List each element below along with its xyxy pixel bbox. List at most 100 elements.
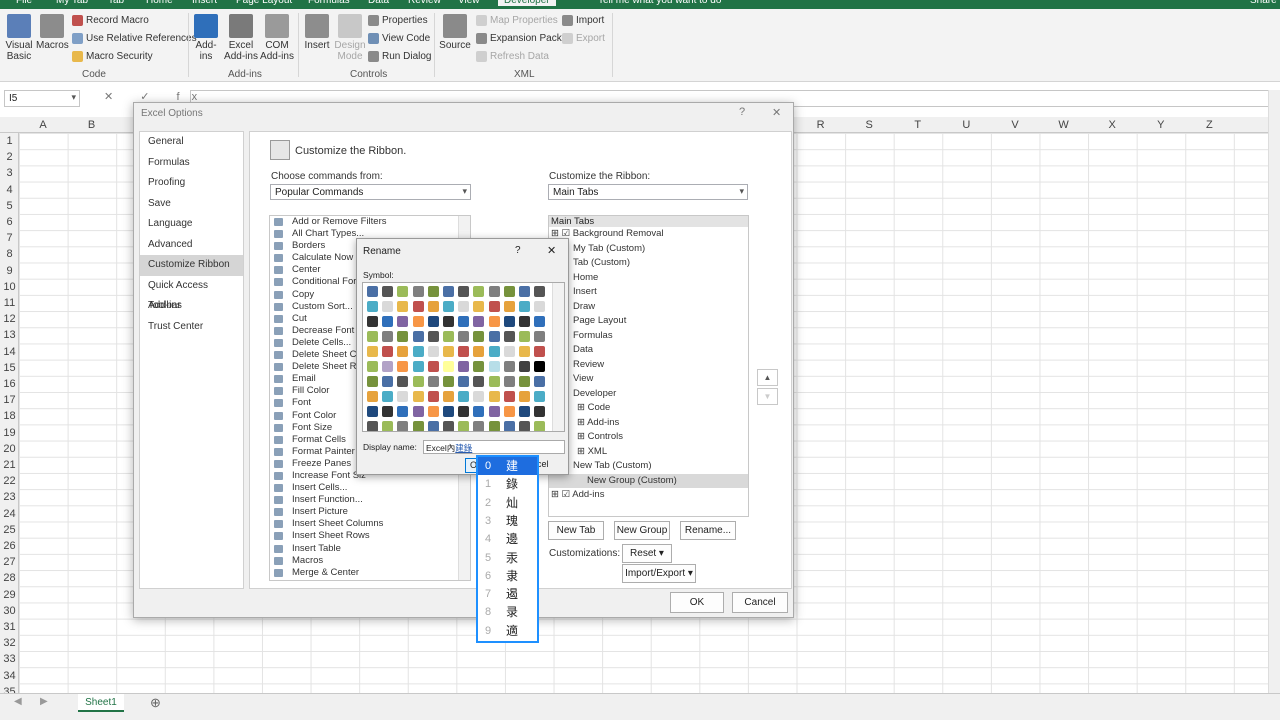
- symbol-icon[interactable]: [412, 286, 424, 297]
- column-header[interactable]: S: [845, 119, 893, 131]
- symbol-icon[interactable]: [458, 316, 470, 327]
- row-header[interactable]: 13: [0, 329, 19, 341]
- new-group-button[interactable]: New Group: [614, 521, 670, 540]
- command-item[interactable]: Insert Sheet Columns: [270, 518, 470, 530]
- symbol-icon[interactable]: [488, 406, 500, 417]
- run-dialog-button[interactable]: Run Dialog: [368, 51, 431, 62]
- symbol-icon[interactable]: [412, 421, 424, 431]
- symbol-icon[interactable]: [473, 301, 485, 312]
- ribbon-tab[interactable]: Tab: [108, 0, 124, 6]
- row-header[interactable]: 4: [0, 184, 19, 196]
- rename-button[interactable]: Rename...: [680, 521, 736, 540]
- tree-item[interactable]: Home: [549, 271, 748, 286]
- symbol-icon[interactable]: [397, 301, 409, 312]
- symbol-icon[interactable]: [397, 391, 409, 402]
- symbol-icon[interactable]: [397, 376, 409, 387]
- ribbon-tab[interactable]: Developer: [498, 0, 556, 6]
- tree-item[interactable]: Review: [549, 358, 748, 373]
- symbol-icon[interactable]: [503, 331, 515, 342]
- column-header[interactable]: A: [19, 119, 67, 131]
- rename-cancel-button[interactable]: cel: [537, 458, 567, 473]
- symbol-icon[interactable]: [534, 286, 546, 297]
- row-header[interactable]: 30: [0, 605, 19, 617]
- symbol-icon[interactable]: [443, 301, 454, 312]
- row-header[interactable]: 8: [0, 248, 19, 260]
- ribbon-tab[interactable]: Home: [146, 0, 173, 6]
- com-add-ins-button[interactable]: COM Add-ins: [260, 14, 294, 62]
- symbol-icon[interactable]: [519, 316, 530, 327]
- ribbon-tabs-tree[interactable]: Main Tabs ⊞ ☑ Background Removal My Tab (…: [548, 215, 749, 517]
- tree-item[interactable]: ⊞ ☑ Add-ins: [549, 488, 748, 503]
- symbol-icon[interactable]: [503, 406, 515, 417]
- properties-button[interactable]: Properties: [368, 15, 428, 26]
- help-icon[interactable]: ?: [739, 106, 745, 118]
- symbol-icon[interactable]: [367, 286, 378, 297]
- move-down-button[interactable]: ▼: [757, 388, 778, 405]
- symbol-icon[interactable]: [397, 361, 409, 372]
- symbol-icon[interactable]: [458, 346, 470, 357]
- symbol-icon[interactable]: [443, 391, 454, 402]
- nav-item[interactable]: Advanced: [140, 235, 243, 256]
- symbol-icon[interactable]: [473, 391, 485, 402]
- vertical-scrollbar[interactable]: [1268, 90, 1280, 693]
- import-button[interactable]: Import: [562, 15, 604, 26]
- row-header[interactable]: 29: [0, 589, 19, 601]
- symbol-icon[interactable]: [427, 376, 439, 387]
- tree-item[interactable]: My Tab (Custom): [549, 242, 748, 257]
- symbol-icon[interactable]: [458, 301, 470, 312]
- symbol-icon[interactable]: [397, 286, 409, 297]
- symbol-icon[interactable]: [534, 301, 546, 312]
- tree-item[interactable]: ⊞ XML: [549, 445, 748, 460]
- tree-item[interactable]: Page Layout: [549, 314, 748, 329]
- symbol-icon[interactable]: [443, 376, 454, 387]
- row-header[interactable]: 9: [0, 265, 19, 277]
- ime-candidate[interactable]: 7遏: [478, 585, 537, 603]
- row-header[interactable]: 22: [0, 475, 19, 487]
- source-button[interactable]: Source: [438, 14, 472, 51]
- symbol-icon[interactable]: [382, 316, 394, 327]
- row-header[interactable]: 11: [0, 297, 19, 309]
- symbol-icon[interactable]: [534, 361, 546, 372]
- ribbon-tab[interactable]: Share: [1250, 0, 1277, 6]
- symbol-icon[interactable]: [382, 361, 394, 372]
- ribbon-tab[interactable]: Tell me what you want to do: [598, 0, 721, 6]
- command-item[interactable]: Insert Cells...: [270, 482, 470, 494]
- macros-button[interactable]: Macros: [36, 14, 69, 51]
- symbol-icon[interactable]: [367, 406, 378, 417]
- symbol-icon[interactable]: [458, 421, 470, 431]
- symbol-icon[interactable]: [367, 391, 378, 402]
- symbol-icon[interactable]: [534, 346, 546, 357]
- symbol-icon[interactable]: [382, 346, 394, 357]
- row-header[interactable]: 2: [0, 151, 19, 163]
- visual-basic-button[interactable]: Visual Basic: [4, 14, 34, 62]
- column-header[interactable]: W: [1040, 119, 1088, 131]
- symbol-icon[interactable]: [412, 331, 424, 342]
- symbol-icon[interactable]: [382, 286, 394, 297]
- expansion-packs-button[interactable]: Expansion Packs: [476, 33, 567, 44]
- tree-item[interactable]: Data: [549, 343, 748, 358]
- command-item[interactable]: Insert Function...: [270, 494, 470, 506]
- symbol-icon[interactable]: [458, 286, 470, 297]
- symbol-icon[interactable]: [427, 361, 439, 372]
- symbol-icon[interactable]: [458, 361, 470, 372]
- row-header[interactable]: 20: [0, 443, 19, 455]
- symbol-icon[interactable]: [519, 331, 530, 342]
- row-header[interactable]: 12: [0, 313, 19, 325]
- tree-item[interactable]: Draw: [549, 300, 748, 315]
- nav-item[interactable]: Customize Ribbon: [140, 255, 243, 276]
- ribbon-tab[interactable]: Data: [368, 0, 389, 6]
- symbol-icon[interactable]: [382, 376, 394, 387]
- record-macro-button[interactable]: Record Macro: [72, 15, 149, 26]
- symbol-icon[interactable]: [443, 316, 454, 327]
- symbol-icon[interactable]: [427, 346, 439, 357]
- column-header[interactable]: T: [894, 119, 942, 131]
- symbol-icon[interactable]: [443, 331, 454, 342]
- symbol-grid[interactable]: [362, 282, 565, 432]
- symbol-icon[interactable]: [382, 301, 394, 312]
- ribbon-tab[interactable]: File: [16, 0, 32, 6]
- symbol-icon[interactable]: [503, 391, 515, 402]
- symbol-icon[interactable]: [503, 361, 515, 372]
- import-export-button[interactable]: Import/Export ▾: [622, 564, 696, 583]
- ok-button[interactable]: OK: [670, 592, 724, 613]
- tree-item[interactable]: ⊞ Code: [549, 401, 748, 416]
